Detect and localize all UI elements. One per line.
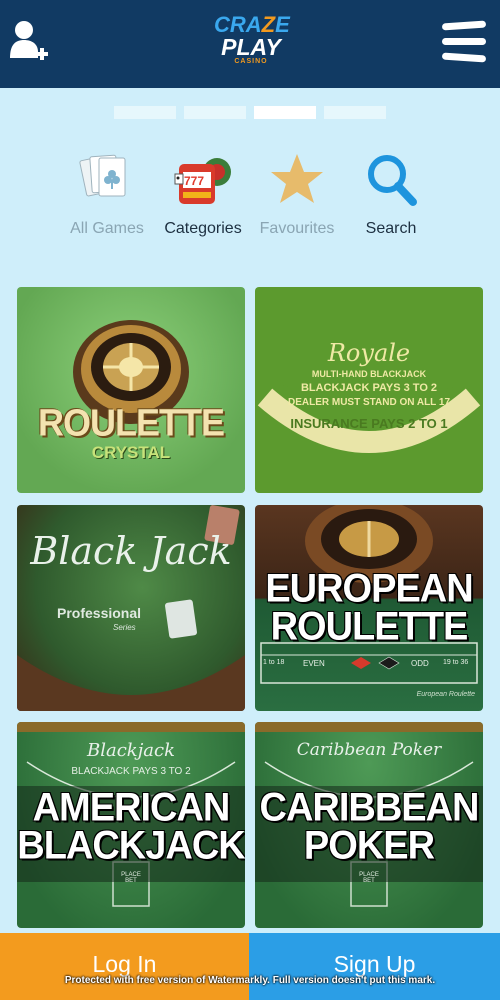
carousel-dot-4[interactable] (324, 106, 386, 119)
table-label-1-18: 1 to 18 (263, 659, 285, 666)
carousel-dot-2[interactable] (184, 106, 246, 119)
watermark-text: Protected with free version of Watermark… (64, 975, 436, 986)
top-header: CRAZE PLAY CASINO (0, 0, 500, 88)
game-script-royale: Royale (327, 339, 411, 367)
game-title-european: EUROPEAN (265, 566, 473, 612)
nav-search-label: Search (365, 220, 417, 237)
game-line-pays: BLACKJACK PAYS 3 TO 2 (300, 382, 438, 394)
game-sub-series: Series (113, 623, 136, 632)
nav-search[interactable]: Search (336, 146, 446, 246)
carousel-indicator (114, 106, 386, 120)
svg-text:777: 777 (184, 174, 204, 188)
user-add-icon[interactable] (8, 18, 52, 66)
game-line-multihand: MULTI-HAND BLACKJACK (311, 369, 427, 379)
game-script-caribbean: Caribbean Poker (296, 740, 442, 760)
category-nav: All Games 777 Categories Favourites Sear… (0, 146, 500, 246)
game-tile-blackjack-professional[interactable]: Black Jack Professional Series (17, 505, 245, 711)
auth-footer: Log In Sign Up (0, 933, 500, 1000)
slot-machine-icon: 777 (173, 150, 233, 210)
game-tile-roulette-crystal[interactable]: ROULETTE CRYSTAL (17, 287, 245, 493)
game-tile-european-roulette[interactable]: EUROPEAN ROULETTE 1 to 18 EVEN ODD 19 to… (255, 505, 483, 711)
game-sub-professional: Professional (57, 605, 142, 621)
login-button-label: Log In (92, 951, 157, 977)
game-tile-caribbean-poker[interactable]: Caribbean Poker CARIBBEAN POKER PLACE BE… (255, 722, 483, 928)
login-button[interactable]: Log In (0, 933, 249, 1000)
nav-all-games[interactable]: All Games (52, 146, 162, 246)
table-label-even: EVEN (303, 659, 325, 668)
hamburger-menu-icon[interactable] (440, 20, 488, 66)
game-line-dealer: DEALER MUST STAND ON ALL 17 (287, 397, 451, 408)
craze-play-logo[interactable]: CRAZE PLAY CASINO (214, 14, 290, 74)
signup-button[interactable]: Sign Up (249, 933, 500, 1000)
carousel-dot-3-active[interactable] (254, 106, 316, 119)
game-subtitle-crystal: CRYSTAL (91, 443, 171, 462)
carousel-dot-1[interactable] (114, 106, 176, 119)
game-tile-american-blackjack[interactable]: Blackjack BLACKJACK PAYS 3 TO 2 AMERICAN… (17, 722, 245, 928)
game-script-blackjack-am: Blackjack (86, 740, 175, 761)
game-tile-royale-blackjack[interactable]: Royale MULTI-HAND BLACKJACK BLACKJACK PA… (255, 287, 483, 493)
game-title-roulette-2: ROULETTE (270, 604, 469, 650)
place-bet-label: PLACE BET (359, 872, 379, 884)
search-icon (361, 150, 421, 210)
game-script-blackjack: Black Jack (30, 529, 232, 573)
game-title-american: AMERICAN (32, 785, 231, 831)
game-title-poker: POKER (303, 823, 435, 869)
game-title-caribbean: CARIBBEAN (259, 785, 480, 831)
game-line-insurance: INSURANCE PAYS 2 TO 1 (290, 416, 448, 431)
game-title-blackjack: BLACKJACK (17, 823, 245, 869)
game-title-roulette: ROULETTE (38, 400, 225, 444)
playing-cards-icon (77, 150, 137, 210)
star-icon (267, 150, 327, 210)
signup-button-label: Sign Up (333, 951, 416, 977)
game-arc-pays: BLACKJACK PAYS 3 TO 2 (71, 766, 191, 777)
game-caption-european: European Roulette (416, 691, 475, 698)
table-label-odd: ODD (411, 659, 429, 668)
table-label-19-36: 19 to 36 (443, 659, 469, 666)
place-bet-label: PLACE BET (121, 872, 141, 884)
nav-all-games-label: All Games (70, 220, 144, 237)
